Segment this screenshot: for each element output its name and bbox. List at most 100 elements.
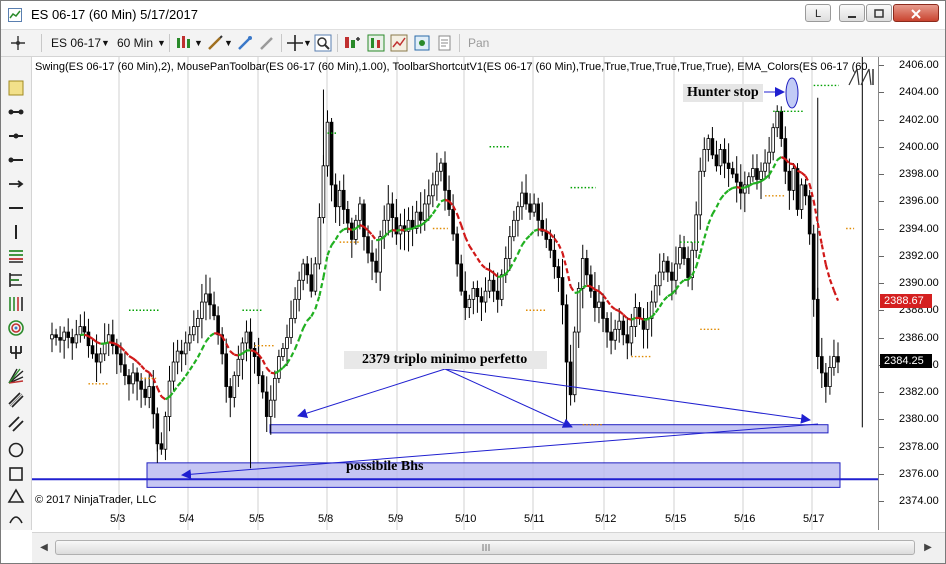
indicators-icon[interactable] bbox=[367, 34, 385, 52]
snapshot-icon[interactable] bbox=[436, 34, 454, 52]
ema-segment bbox=[736, 186, 741, 190]
candle-body bbox=[609, 331, 613, 341]
candle-body bbox=[572, 331, 577, 396]
price-label: 2390.00 bbox=[899, 277, 939, 289]
ema-segment bbox=[314, 295, 321, 310]
chevron-down-icon[interactable]: ▼ bbox=[224, 34, 233, 52]
candle-body bbox=[706, 138, 711, 150]
ema-segment bbox=[91, 337, 98, 343]
crosshair-menu-icon[interactable] bbox=[9, 34, 27, 52]
arc-icon[interactable] bbox=[7, 509, 25, 527]
title-bar[interactable]: ES 06-17 (60 Min) 5/17/2017 L bbox=[1, 1, 945, 30]
candle-body bbox=[828, 367, 832, 387]
price-tick bbox=[879, 392, 884, 393]
minimize-icon bbox=[848, 16, 856, 18]
pan-button[interactable]: Pan bbox=[468, 34, 489, 52]
ema-segment bbox=[711, 206, 718, 215]
price-axis[interactable]: 2406.00 2404.00 2402.00 2400.00 2398.00 2396.… bbox=[878, 57, 945, 530]
ema-segment bbox=[250, 349, 255, 353]
gann-fan-icon[interactable] bbox=[7, 367, 25, 385]
language-button[interactable]: L bbox=[805, 4, 831, 22]
vertical-line-icon[interactable] bbox=[7, 223, 25, 241]
scrollbar-thumb[interactable] bbox=[55, 540, 915, 555]
ellipse-icon[interactable] bbox=[7, 441, 25, 459]
rectangle-icon[interactable] bbox=[7, 465, 25, 483]
ema-segment bbox=[209, 332, 215, 338]
chevron-down-icon[interactable]: ▼ bbox=[303, 34, 312, 52]
fibonacci-extension-icon[interactable] bbox=[7, 271, 25, 289]
triangle-icon[interactable] bbox=[7, 487, 25, 505]
chart-panel[interactable] bbox=[32, 57, 878, 530]
candle-body bbox=[487, 279, 492, 292]
maximize-button[interactable] bbox=[866, 4, 892, 22]
candle-body bbox=[244, 331, 249, 344]
trend-channel-icon[interactable] bbox=[7, 415, 25, 433]
zoom-icon[interactable] bbox=[314, 34, 332, 52]
chevron-down-icon[interactable]: ▼ bbox=[101, 34, 110, 52]
ema-segment bbox=[234, 353, 239, 357]
cursor-crosshair-icon[interactable] bbox=[286, 34, 304, 52]
candle-body bbox=[228, 386, 233, 398]
ema-segment bbox=[610, 305, 616, 311]
scroll-to-end-icon[interactable] bbox=[847, 65, 877, 87]
ray-icon[interactable] bbox=[7, 151, 25, 169]
close-button[interactable] bbox=[893, 4, 939, 22]
candle-body bbox=[524, 192, 528, 205]
candle-body bbox=[321, 165, 326, 218]
interval-selector[interactable]: 60 Min bbox=[117, 34, 153, 52]
triple-min-annotation[interactable]: 2379 triplo minimo perfetto bbox=[344, 351, 548, 369]
fibonacci-circle-icon[interactable] bbox=[7, 319, 25, 337]
support-zone-2379 bbox=[269, 424, 829, 434]
regression-channel-icon[interactable] bbox=[7, 391, 25, 409]
ema-segment bbox=[752, 181, 758, 185]
ema-segment bbox=[586, 284, 592, 288]
candle-body bbox=[795, 168, 800, 210]
ema-segment bbox=[574, 291, 579, 295]
drawing-tools-icon[interactable] bbox=[206, 34, 224, 52]
horizontal-scrollbar[interactable]: ◀ ▶ bbox=[32, 532, 945, 563]
data-series-icon[interactable] bbox=[343, 34, 361, 52]
price-tick bbox=[879, 119, 884, 121]
price-chart[interactable] bbox=[32, 57, 878, 530]
ema-segment bbox=[828, 279, 835, 291]
ema-segment bbox=[569, 285, 576, 294]
global-draw-icon[interactable] bbox=[236, 34, 254, 52]
horizontal-ray-icon[interactable] bbox=[7, 103, 25, 121]
fibonacci-retracement-icon[interactable] bbox=[7, 247, 25, 265]
chart-style-icon[interactable] bbox=[175, 34, 193, 52]
candle-body bbox=[455, 233, 459, 265]
instrument-selector[interactable]: ES 06-17 bbox=[51, 34, 101, 52]
minimize-button[interactable] bbox=[839, 4, 865, 22]
candle-body bbox=[386, 203, 391, 221]
scroll-left-icon[interactable]: ◀ bbox=[37, 540, 51, 555]
andrews-pitchfork-icon[interactable] bbox=[7, 343, 25, 361]
ema-segment bbox=[464, 236, 471, 247]
date-label: 5/8 bbox=[318, 513, 334, 525]
ema-segment bbox=[703, 223, 710, 239]
maximize-icon bbox=[874, 9, 884, 18]
possible-bhs-annotation[interactable]: possibile Bhs bbox=[346, 459, 423, 475]
ema-segment bbox=[200, 341, 207, 350]
fibonacci-time-icon[interactable] bbox=[7, 295, 25, 313]
scroll-right-icon[interactable]: ▶ bbox=[921, 540, 935, 555]
candle-body bbox=[135, 372, 139, 382]
price-tick bbox=[879, 228, 884, 230]
text-label-icon[interactable] bbox=[7, 79, 25, 97]
strategies-icon[interactable] bbox=[390, 34, 408, 52]
ema-segment bbox=[772, 159, 779, 169]
candle-body bbox=[435, 170, 439, 186]
extended-line-icon[interactable] bbox=[7, 127, 25, 145]
properties-icon[interactable] bbox=[413, 34, 431, 52]
candle-body bbox=[589, 274, 593, 292]
arrow-line-icon[interactable] bbox=[7, 175, 25, 193]
chart-navigation[interactable] bbox=[847, 65, 877, 87]
remove-draw-icon[interactable] bbox=[258, 34, 276, 52]
chevron-down-icon[interactable]: ▼ bbox=[157, 34, 166, 52]
chevron-down-icon[interactable]: ▼ bbox=[194, 34, 203, 52]
candle-body bbox=[155, 413, 160, 445]
candle-body bbox=[370, 252, 374, 262]
candle-body bbox=[617, 320, 622, 330]
hunter-stop-annotation[interactable]: Hunter stop bbox=[683, 84, 763, 102]
horizontal-line-icon[interactable] bbox=[7, 199, 25, 217]
candle-body bbox=[70, 337, 75, 344]
